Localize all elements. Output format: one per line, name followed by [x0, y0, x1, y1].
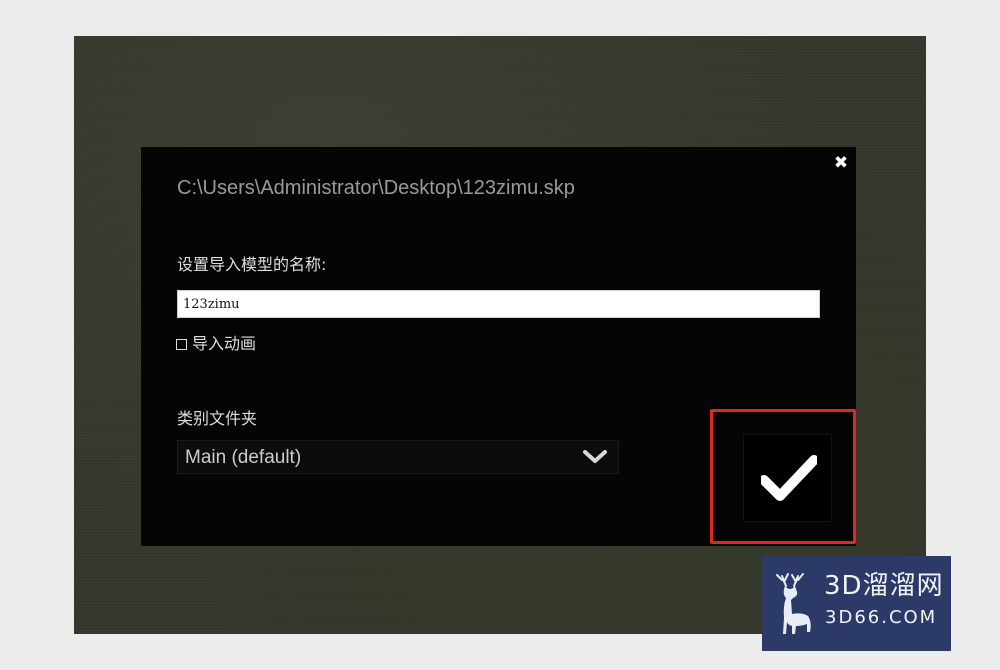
- watermark-logo: 3D溜溜网 3D66.COM: [762, 556, 951, 651]
- model-name-label: 设置导入模型的名称:: [177, 255, 327, 274]
- file-path: C:\Users\Administrator\Desktop\123zimu.s…: [177, 177, 575, 199]
- chevron-down-icon[interactable]: [582, 448, 608, 466]
- watermark-title: 3D溜溜网: [824, 571, 944, 601]
- checkmark-icon: [761, 455, 817, 501]
- deer-logo-icon: [776, 573, 811, 634]
- confirm-button[interactable]: [743, 434, 832, 522]
- close-button[interactable]: ✖: [832, 154, 850, 172]
- model-name-input[interactable]: [177, 290, 820, 318]
- import-animation-checkbox[interactable]: 导入动画: [176, 333, 256, 355]
- watermark-subtitle: 3D66.COM: [825, 607, 938, 628]
- category-folder-select[interactable]: Main (default): [177, 440, 619, 474]
- checkbox-icon[interactable]: [176, 338, 187, 350]
- category-folder-label: 类别文件夹: [177, 409, 258, 428]
- category-folder-value: Main (default): [185, 447, 302, 468]
- close-icon: ✖: [833, 153, 849, 173]
- import-animation-label: 导入动画: [192, 334, 257, 353]
